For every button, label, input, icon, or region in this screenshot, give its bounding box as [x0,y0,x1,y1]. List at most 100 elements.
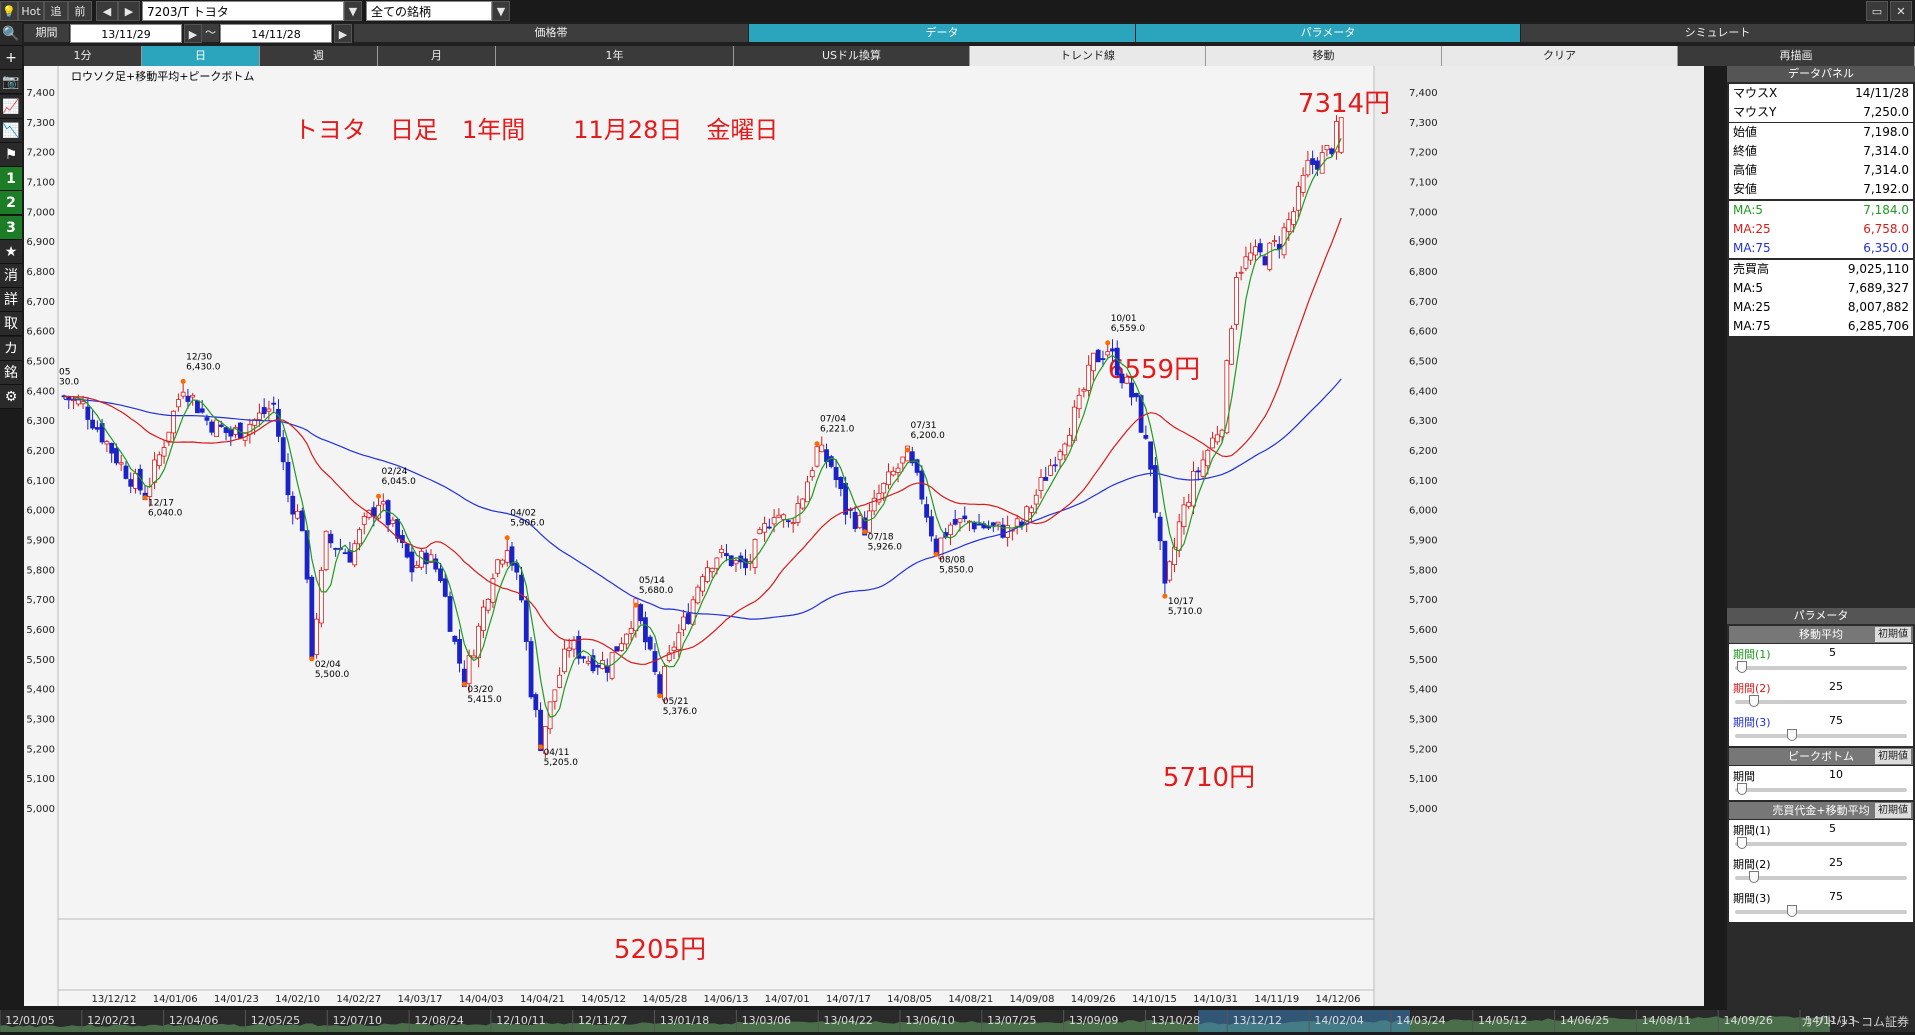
x-tick-label: 14/08/05 [887,994,932,1005]
data-row-value: 6,285,706 [1847,319,1909,333]
parameter-name: 期間(2) [1733,858,1771,871]
line-icon[interactable]: 📉 [0,118,22,143]
ticker-dropdown-icon[interactable]: ▼ [344,1,362,21]
crosshair-icon[interactable]: + [0,46,22,71]
tab-parameter[interactable]: パラメータ [1136,24,1521,42]
erase-button[interactable]: 消 [0,264,22,288]
follow-button[interactable]: 追 [44,1,68,21]
parameter-slider-knob[interactable] [1736,783,1747,795]
peak-bottom-marker [376,493,382,499]
search-icon[interactable]: 🔍 [0,22,22,46]
parameter-slider-row: 期間 10 [1729,766,1913,800]
parameter-slider-track[interactable] [1735,871,1907,883]
x-tick-label: 14/08/21 [948,994,993,1005]
settings-icon[interactable]: ⚙ [0,385,22,409]
hot-button[interactable]: Hot [18,1,44,21]
candle-body [685,613,691,625]
preset-1-button[interactable]: 1 [0,167,22,192]
tab-daily[interactable]: 日 [142,46,260,66]
tab-redraw[interactable]: 再描画 [1678,46,1915,66]
peak-bottom-marker [461,681,467,687]
data-row-label: マウスY [1733,105,1777,119]
price-callout: 7314円 [1298,89,1390,119]
reset-default-button[interactable]: 初期値 [1875,627,1911,642]
stock-button[interactable]: 銘 [0,360,22,385]
market-select[interactable]: 全ての銘柄 [366,1,492,21]
parameter-slider-track[interactable] [1735,783,1907,795]
parameter-value[interactable]: 75 [1829,714,1843,727]
reset-default-button[interactable]: 初期値 [1875,803,1911,818]
candle-body [776,514,782,518]
parameter-value[interactable]: 25 [1829,680,1843,693]
lightbulb-icon[interactable]: 💡 [0,1,18,21]
parameter-value[interactable]: 10 [1829,768,1843,781]
reset-default-button[interactable]: 初期値 [1875,749,1911,764]
to-date-arrow-icon[interactable]: ▶ [334,24,352,43]
flag-icon[interactable]: ⚑ [0,143,22,167]
candle-body [1143,434,1149,439]
chart-area[interactable]: 5,000 5,000 5,100 5,100 5,200 5,200 5,300 5,300… [24,66,1704,1006]
peak-bottom-marker [862,529,868,535]
to-date-input[interactable]: 14/11/28 [220,24,332,43]
candle-body [552,689,558,702]
parameter-slider-knob[interactable] [1748,695,1759,707]
minimize-icon[interactable]: ▭ [1866,1,1888,21]
candle-body [347,550,353,563]
peak-bottom-price: 5,205.0 [544,758,579,768]
tab-price-band[interactable]: 価格帯 [354,24,749,42]
parameter-value[interactable]: 5 [1829,822,1836,835]
tab-1min[interactable]: 1分 [24,46,142,66]
tab-weekly[interactable]: 週 [260,46,378,66]
timeline-scrollbar[interactable]: 12/01/05 12/02/21 12/04/06 12/05/25 12/07/10… [0,1010,1915,1032]
detail-button[interactable]: 詳 [0,288,22,313]
parameter-slider-track[interactable] [1735,695,1907,707]
y-tick-label-right: 7,400 [1409,88,1438,99]
camera-icon[interactable]: 📷 [0,70,22,95]
tab-trendline[interactable]: トレンド線 [970,46,1206,66]
chart-icon[interactable]: 📈 [0,94,22,119]
tab-monthly[interactable]: 月 [378,46,496,66]
parameter-slider-knob[interactable] [1748,871,1759,883]
parameter-value[interactable]: 5 [1829,646,1836,659]
candle-body [843,483,848,515]
parameter-slider-track[interactable] [1735,661,1907,673]
tab-usd[interactable]: USドル換算 [734,46,970,66]
tab-1year[interactable]: 1年 [496,46,734,66]
parameter-slider-track[interactable] [1735,905,1907,917]
trade-button[interactable]: 取 [0,312,22,337]
close-icon[interactable]: ✕ [1890,1,1912,21]
ticker-input[interactable]: 7203/T トヨタ [142,1,344,21]
y-tick-label-right: 5,800 [1409,565,1438,576]
y-tick-label-left: 5,300 [26,715,55,726]
y-tick-label-left: 5,800 [26,565,55,576]
candle-body [814,446,820,467]
power-button[interactable]: カ [0,336,22,361]
preset-3-button[interactable]: 3 [0,215,22,240]
parameter-slider-track[interactable] [1735,837,1907,849]
candle-body [1095,349,1101,363]
from-date-arrow-icon[interactable]: ▶ [184,24,202,43]
candle-body [266,408,272,412]
timeline-label: 12/05/25 [251,1014,300,1027]
prev-button[interactable]: 前 [68,1,92,21]
parameter-slider-knob[interactable] [1786,729,1797,741]
brand-logo: カブドットコム証券 [1800,1015,1909,1029]
tab-simulate[interactable]: シミュレート [1521,24,1915,42]
parameter-slider-knob[interactable] [1736,661,1747,673]
parameter-section-title: ピークボトム 初期値 [1729,748,1913,765]
back-arrow-icon[interactable]: ◀ [96,1,118,21]
market-dropdown-icon[interactable]: ▼ [492,1,510,21]
parameter-value[interactable]: 25 [1829,856,1843,869]
tab-data[interactable]: データ [749,24,1136,42]
forward-arrow-icon[interactable]: ▶ [118,1,140,21]
parameter-slider-track[interactable] [1735,729,1907,741]
star-icon[interactable]: ★ [0,239,22,264]
tab-clear[interactable]: クリア [1442,46,1678,66]
preset-2-button[interactable]: 2 [0,191,22,216]
parameter-value[interactable]: 75 [1829,890,1843,903]
from-date-input[interactable]: 13/11/29 [70,24,182,43]
tab-move[interactable]: 移動 [1206,46,1442,66]
candle-body [623,633,629,645]
parameter-slider-knob[interactable] [1786,905,1797,917]
parameter-slider-knob[interactable] [1736,837,1747,849]
